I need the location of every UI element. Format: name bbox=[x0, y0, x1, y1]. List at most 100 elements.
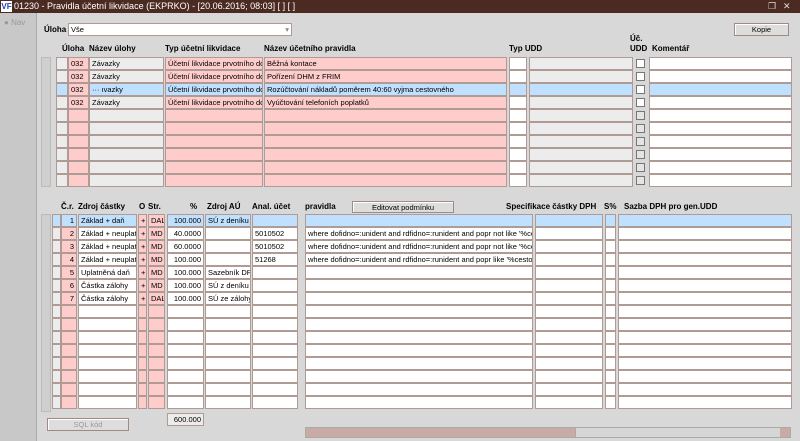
cell-zdroj[interactable] bbox=[78, 370, 137, 383]
row-selector[interactable] bbox=[56, 135, 68, 148]
cell-o[interactable] bbox=[138, 344, 147, 357]
row-selector[interactable] bbox=[52, 253, 61, 266]
cell-nazev-ulohy[interactable]: Závazky bbox=[89, 57, 164, 70]
cell-pravidla[interactable] bbox=[305, 318, 533, 331]
cell-zdroj-au[interactable] bbox=[205, 318, 251, 331]
cell-o[interactable] bbox=[138, 396, 147, 409]
cell-cr[interactable] bbox=[61, 305, 77, 318]
cell-typ-udd[interactable] bbox=[509, 161, 527, 174]
cell-zdroj-au[interactable]: SÚ z deníku bbox=[205, 214, 251, 227]
row-selector[interactable] bbox=[56, 109, 68, 122]
cell-s[interactable] bbox=[605, 383, 616, 396]
cell-anal[interactable] bbox=[252, 318, 298, 331]
scrollbar-thumb[interactable] bbox=[574, 428, 780, 437]
cell-cr[interactable] bbox=[61, 383, 77, 396]
cell-anal[interactable] bbox=[252, 266, 298, 279]
cell-zdroj-au[interactable]: Sazebník DPH bbox=[205, 266, 251, 279]
cell-o[interactable]: + bbox=[138, 292, 147, 305]
cell-komentar[interactable] bbox=[649, 135, 792, 148]
cell-s[interactable] bbox=[605, 318, 616, 331]
cell-pct[interactable] bbox=[167, 331, 204, 344]
cell-pravidla[interactable]: where dofidno=:unident and rdfidno=:runi… bbox=[305, 240, 533, 253]
cell-sazba[interactable] bbox=[618, 383, 792, 396]
cell-cr[interactable]: 6 bbox=[61, 279, 77, 292]
cell-anal[interactable] bbox=[252, 279, 298, 292]
cell-s[interactable] bbox=[605, 370, 616, 383]
cell-sazba[interactable] bbox=[618, 357, 792, 370]
cell-pct[interactable]: 60.0000 bbox=[167, 240, 204, 253]
row-selector[interactable] bbox=[52, 292, 61, 305]
cell-zdroj[interactable] bbox=[78, 396, 137, 409]
cell-nazev-ulohy[interactable]: Závazky bbox=[89, 70, 164, 83]
uc-udd-checkbox[interactable] bbox=[636, 163, 645, 172]
cell-cr[interactable] bbox=[61, 357, 77, 370]
cell-typ-udd-name[interactable] bbox=[529, 70, 633, 83]
cell-pravidla[interactable] bbox=[305, 383, 533, 396]
row-selector[interactable] bbox=[52, 344, 61, 357]
cell-cr[interactable]: 3 bbox=[61, 240, 77, 253]
cell-str[interactable] bbox=[148, 383, 165, 396]
cell-s[interactable] bbox=[605, 331, 616, 344]
cell-nazev-ulohy[interactable] bbox=[89, 135, 164, 148]
cell-zdroj[interactable] bbox=[78, 305, 137, 318]
cell-uloha[interactable]: 032 bbox=[68, 96, 89, 109]
cell-pravidlo[interactable] bbox=[264, 122, 507, 135]
horizontal-scrollbar[interactable] bbox=[305, 427, 791, 438]
cell-o[interactable] bbox=[138, 318, 147, 331]
cell-typ-udd[interactable] bbox=[509, 174, 527, 187]
cell-sazba[interactable] bbox=[618, 214, 792, 227]
cell-cr[interactable] bbox=[61, 331, 77, 344]
cell-zdroj-au[interactable]: SÚ ze zálohy bbox=[205, 292, 251, 305]
cell-zdroj-au[interactable] bbox=[205, 227, 251, 240]
cell-cr[interactable] bbox=[61, 318, 77, 331]
cell-spec[interactable] bbox=[535, 253, 603, 266]
row-selector[interactable] bbox=[52, 279, 61, 292]
row-selector[interactable] bbox=[52, 370, 61, 383]
cell-typ-udd-name[interactable] bbox=[529, 148, 633, 161]
cell-pct[interactable] bbox=[167, 370, 204, 383]
cell-komentar[interactable] bbox=[649, 70, 792, 83]
row-selector[interactable] bbox=[56, 174, 68, 187]
cell-typ-udd[interactable] bbox=[509, 83, 527, 96]
kopie-button[interactable]: Kopie bbox=[734, 23, 789, 36]
editovat-podminku-button[interactable]: Editovat podmínku bbox=[352, 201, 454, 213]
top-grid-scrollbar[interactable] bbox=[41, 57, 51, 187]
cell-sazba[interactable] bbox=[618, 305, 792, 318]
row-selector[interactable] bbox=[52, 305, 61, 318]
cell-typ-udd[interactable] bbox=[509, 96, 527, 109]
cell-spec[interactable] bbox=[535, 214, 603, 227]
cell-pct[interactable]: 100.000 bbox=[167, 292, 204, 305]
cell-pravidla[interactable] bbox=[305, 370, 533, 383]
cell-sazba[interactable] bbox=[618, 344, 792, 357]
cell-uloha[interactable] bbox=[68, 135, 89, 148]
cell-spec[interactable] bbox=[535, 331, 603, 344]
cell-zdroj[interactable] bbox=[78, 383, 137, 396]
cell-pravidlo[interactable]: Rozúčtování nákladů poměrem 40:60 vyjma … bbox=[264, 83, 507, 96]
cell-s[interactable] bbox=[605, 253, 616, 266]
cell-spec[interactable] bbox=[535, 396, 603, 409]
cell-cr[interactable]: 4 bbox=[61, 253, 77, 266]
cell-o[interactable]: + bbox=[138, 214, 147, 227]
uc-udd-checkbox[interactable] bbox=[636, 59, 645, 68]
cell-typ[interactable]: Účetní likvidace prvotního do bbox=[165, 70, 263, 83]
cell-komentar[interactable] bbox=[649, 174, 792, 187]
cell-typ-udd[interactable] bbox=[509, 135, 527, 148]
nav-button[interactable]: ● Nav bbox=[4, 18, 25, 27]
cell-typ[interactable] bbox=[165, 135, 263, 148]
cell-typ-udd[interactable] bbox=[509, 70, 527, 83]
cell-str[interactable] bbox=[148, 305, 165, 318]
cell-str[interactable] bbox=[148, 331, 165, 344]
cell-pravidlo[interactable] bbox=[264, 109, 507, 122]
cell-str[interactable]: MD bbox=[148, 253, 165, 266]
filter-select[interactable]: Vše ▾ bbox=[68, 23, 292, 36]
cell-str[interactable]: DAL bbox=[148, 292, 165, 305]
cell-zdroj[interactable]: Základ + neuplatr bbox=[78, 253, 137, 266]
cell-spec[interactable] bbox=[535, 370, 603, 383]
cell-pravidla[interactable] bbox=[305, 292, 533, 305]
cell-s[interactable] bbox=[605, 214, 616, 227]
cell-anal[interactable] bbox=[252, 396, 298, 409]
row-selector[interactable] bbox=[56, 122, 68, 135]
cell-pravidlo[interactable] bbox=[264, 161, 507, 174]
cell-spec[interactable] bbox=[535, 240, 603, 253]
cell-typ-udd[interactable] bbox=[509, 122, 527, 135]
